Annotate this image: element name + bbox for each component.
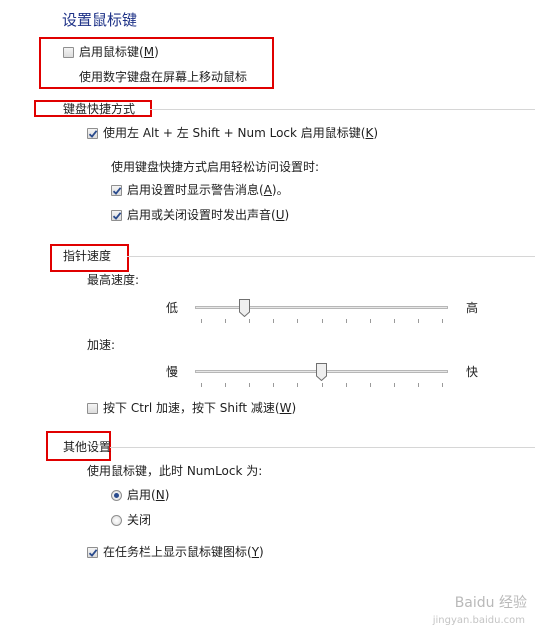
slider-tick	[346, 383, 347, 387]
numlock-off-label[interactable]: 关闭	[127, 513, 151, 527]
check-icon	[112, 187, 122, 195]
slider-tick	[418, 383, 419, 387]
enable-mouse-keys-checkbox[interactable]	[63, 47, 74, 58]
slider-tick	[442, 319, 443, 323]
top-speed-low-label: 低	[166, 301, 179, 315]
baidu-watermark-url: jingyan.baidu.com	[432, 615, 525, 626]
numlock-off-radio[interactable]	[111, 515, 122, 526]
taskbar-icon-label[interactable]: 在任务栏上显示鼠标键图标(Y)	[103, 545, 264, 559]
slider-tick	[201, 319, 202, 323]
shortcut-enable-checkbox[interactable]	[87, 128, 98, 139]
pointer-section-header: 指针速度	[63, 249, 112, 263]
slider-tick	[249, 319, 250, 323]
slider-tick	[273, 383, 274, 387]
slider-tick	[322, 383, 323, 387]
shortcut-section-divider	[150, 109, 535, 110]
shortcut-section-header: 键盘快捷方式	[63, 102, 136, 116]
other-section-divider	[110, 447, 535, 448]
slider-tick	[442, 383, 443, 387]
taskbar-icon-checkbox[interactable]	[87, 547, 98, 558]
top-speed-track	[195, 306, 448, 309]
check-icon	[88, 130, 98, 138]
check-icon	[112, 212, 122, 220]
slider-tick	[370, 319, 371, 323]
slider-thumb-icon	[238, 299, 250, 318]
check-icon	[88, 549, 98, 557]
slider-tick	[225, 319, 226, 323]
ctrl-shift-label[interactable]: 按下 Ctrl 加速，按下 Shift 减速(W)	[103, 401, 296, 415]
slider-tick	[394, 383, 395, 387]
numlock-on-radio[interactable]	[111, 490, 122, 501]
shortcut-enable-label[interactable]: 使用左 Alt + 左 Shift + Num Lock 启用鼠标键(K)	[103, 126, 378, 140]
acceleration-high-label: 快	[466, 365, 479, 379]
slider-tick	[370, 383, 371, 387]
slider-tick	[297, 319, 298, 323]
slider-thumb-icon	[316, 363, 327, 382]
slider-tick	[394, 319, 395, 323]
ctrl-shift-checkbox[interactable]	[87, 403, 98, 414]
warning-message-checkbox[interactable]	[111, 185, 122, 196]
baidu-watermark: Baidu 经验	[454, 595, 527, 611]
top-speed-high-label: 高	[466, 301, 479, 315]
pointer-section-divider	[127, 256, 535, 257]
acceleration-slider[interactable]	[316, 363, 327, 382]
page-title: 设置鼠标键	[62, 11, 138, 29]
enable-mouse-keys-description: 使用数字键盘在屏幕上移动鼠标	[79, 70, 248, 84]
shortcut-subheading: 使用键盘快捷方式启用轻松访问设置时:	[111, 160, 320, 174]
slider-tick	[346, 319, 347, 323]
warning-message-label[interactable]: 启用设置时显示警告消息(A)。	[127, 183, 289, 197]
sound-label[interactable]: 启用或关闭设置时发出声音(U)	[127, 208, 289, 222]
top-speed-label: 最高速度:	[87, 273, 140, 287]
acceleration-label: 加速:	[87, 338, 116, 352]
enable-mouse-keys-label[interactable]: 启用鼠标键(M)	[79, 45, 159, 59]
slider-tick	[225, 383, 226, 387]
numlock-on-label[interactable]: 启用(N)	[127, 488, 169, 502]
slider-tick	[273, 319, 274, 323]
slider-tick	[297, 383, 298, 387]
other-section-header: 其他设置	[63, 440, 112, 454]
slider-tick	[418, 319, 419, 323]
top-speed-slider[interactable]	[238, 299, 250, 318]
slider-tick	[322, 319, 323, 323]
numlock-label: 使用鼠标键，此时 NumLock 为:	[87, 464, 263, 478]
sound-checkbox[interactable]	[111, 210, 122, 221]
radio-selected-dot	[114, 493, 119, 498]
slider-tick	[201, 383, 202, 387]
slider-tick	[249, 383, 250, 387]
acceleration-low-label: 慢	[166, 365, 179, 379]
